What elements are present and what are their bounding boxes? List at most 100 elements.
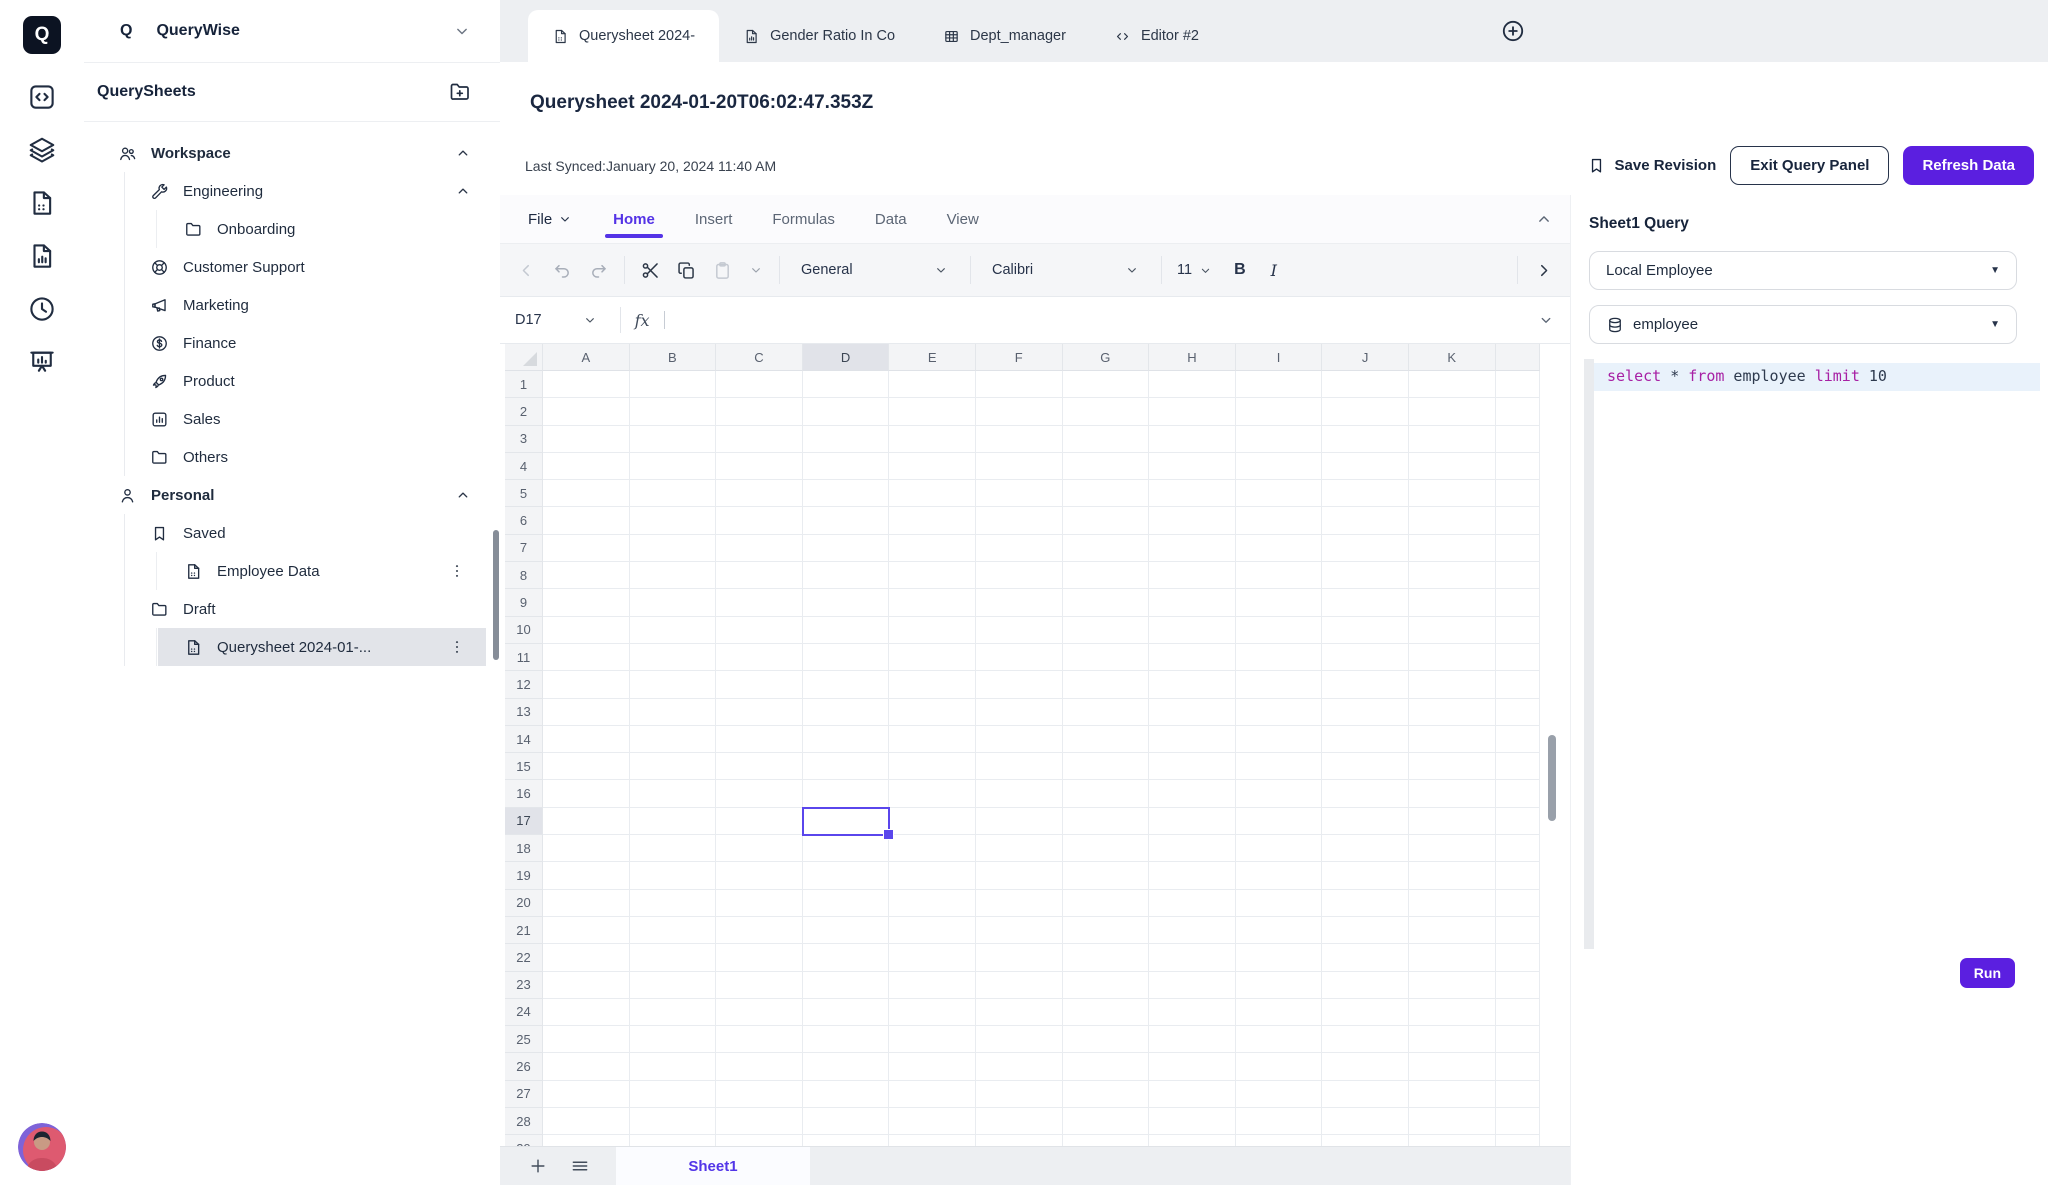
grid-cell-K16[interactable] <box>1409 780 1496 807</box>
grid-cell-partial[interactable] <box>1496 726 1540 753</box>
grid-cell-G24[interactable] <box>1063 999 1150 1026</box>
grid-cell-B27[interactable] <box>630 1081 717 1108</box>
row-header-23[interactable]: 23 <box>505 972 543 999</box>
grid-cell-A8[interactable] <box>543 562 630 589</box>
grid-cell-B24[interactable] <box>630 999 717 1026</box>
grid-cell-H9[interactable] <box>1149 589 1236 616</box>
grid-cell-partial[interactable] <box>1496 480 1540 507</box>
grid-cell-C2[interactable] <box>716 398 803 425</box>
grid-cell-K4[interactable] <box>1409 453 1496 480</box>
grid-cell-K13[interactable] <box>1409 699 1496 726</box>
grid-cell-G21[interactable] <box>1063 917 1150 944</box>
tree-item-customer-support[interactable]: Customer Support <box>84 248 500 286</box>
tree-item-workspace[interactable]: Workspace <box>84 134 500 172</box>
grid-cell-G12[interactable] <box>1063 671 1150 698</box>
grid-cell-A10[interactable] <box>543 617 630 644</box>
grid-cell-F19[interactable] <box>976 862 1063 889</box>
row-header-24[interactable]: 24 <box>505 999 543 1026</box>
connection-dropdown[interactable]: Local Employee ▼ <box>1589 251 2017 290</box>
grid-cell-I3[interactable] <box>1236 426 1323 453</box>
grid-cell-F22[interactable] <box>976 944 1063 971</box>
tree-item-saved[interactable]: Saved <box>84 514 500 552</box>
chevron-up-icon[interactable] <box>454 486 472 504</box>
grid-cell-A26[interactable] <box>543 1053 630 1080</box>
grid-cell-B19[interactable] <box>630 862 717 889</box>
grid-cell-I23[interactable] <box>1236 972 1323 999</box>
file-report-icon[interactable] <box>27 188 57 218</box>
tab-gender-ratio-in-co[interactable]: Gender Ratio In Co <box>719 10 919 62</box>
grid-cell-I2[interactable] <box>1236 398 1323 425</box>
grid-cell-C25[interactable] <box>716 1026 803 1053</box>
grid-cell-A17[interactable] <box>543 808 630 835</box>
grid-cell-A24[interactable] <box>543 999 630 1026</box>
row-header-21[interactable]: 21 <box>505 917 543 944</box>
grid-cell-E27[interactable] <box>889 1081 976 1108</box>
grid-cell-D2[interactable] <box>803 398 890 425</box>
tree-item-querysheet-2024-01[interactable]: Querysheet 2024-01-... <box>84 628 500 666</box>
grid-cell-C13[interactable] <box>716 699 803 726</box>
grid-cell-E12[interactable] <box>889 671 976 698</box>
menu-file[interactable]: File <box>528 195 573 243</box>
grid-cell-F18[interactable] <box>976 835 1063 862</box>
tree-item-draft[interactable]: Draft <box>84 590 500 628</box>
grid-cell-C24[interactable] <box>716 999 803 1026</box>
grid-cell-J1[interactable] <box>1322 371 1409 398</box>
grid-cell-partial[interactable] <box>1496 507 1540 534</box>
bold-button[interactable]: B <box>1228 261 1252 279</box>
grid-cell-C1[interactable] <box>716 371 803 398</box>
grid-cell-B23[interactable] <box>630 972 717 999</box>
grid-cell-A23[interactable] <box>543 972 630 999</box>
grid-cell-I28[interactable] <box>1236 1108 1323 1135</box>
tree-item-finance[interactable]: Finance <box>84 324 500 362</box>
grid-cell-I12[interactable] <box>1236 671 1323 698</box>
column-header-B[interactable]: B <box>630 344 717 371</box>
chevron-down-icon[interactable] <box>452 21 472 41</box>
row-header-17[interactable]: 17 <box>505 808 543 835</box>
column-header-F[interactable]: F <box>976 344 1063 371</box>
grid-cell-B22[interactable] <box>630 944 717 971</box>
grid-cell-D28[interactable] <box>803 1108 890 1135</box>
formula-input[interactable] <box>664 311 665 329</box>
column-header-E[interactable]: E <box>889 344 976 371</box>
grid-cell-J22[interactable] <box>1322 944 1409 971</box>
grid-cell-K9[interactable] <box>1409 589 1496 616</box>
menu-data[interactable]: Data <box>875 195 907 243</box>
tree-item-onboarding[interactable]: Onboarding <box>84 210 500 248</box>
app-logo-icon[interactable]: Q <box>23 16 61 54</box>
grid-cell-F6[interactable] <box>976 507 1063 534</box>
exit-query-panel-button[interactable]: Exit Query Panel <box>1730 146 1889 185</box>
grid-cell-I25[interactable] <box>1236 1026 1323 1053</box>
grid-cell-J2[interactable] <box>1322 398 1409 425</box>
grid-cell-E21[interactable] <box>889 917 976 944</box>
grid-cell-J3[interactable] <box>1322 426 1409 453</box>
grid-cell-A14[interactable] <box>543 726 630 753</box>
grid-cell-F7[interactable] <box>976 535 1063 562</box>
grid-cell-K25[interactable] <box>1409 1026 1496 1053</box>
grid-cell-A19[interactable] <box>543 862 630 889</box>
toolbar-more-icon[interactable] <box>1533 260 1554 281</box>
grid-cell-G1[interactable] <box>1063 371 1150 398</box>
grid-cell-partial[interactable] <box>1496 999 1540 1026</box>
grid-cell-A5[interactable] <box>543 480 630 507</box>
grid-cell-H27[interactable] <box>1149 1081 1236 1108</box>
grid-cell-C15[interactable] <box>716 753 803 780</box>
grid-cell-partial[interactable] <box>1496 426 1540 453</box>
grid-cell-E18[interactable] <box>889 835 976 862</box>
grid-cell-partial[interactable] <box>1496 589 1540 616</box>
grid-cell-C8[interactable] <box>716 562 803 589</box>
layers-icon[interactable] <box>27 135 57 165</box>
grid-cell-J17[interactable] <box>1322 808 1409 835</box>
grid-cell-H23[interactable] <box>1149 972 1236 999</box>
collapse-ribbon-icon[interactable] <box>1534 209 1554 229</box>
menu-insert[interactable]: Insert <box>695 195 733 243</box>
grid-cell-H18[interactable] <box>1149 835 1236 862</box>
grid-cell-H2[interactable] <box>1149 398 1236 425</box>
grid-cell-B21[interactable] <box>630 917 717 944</box>
grid-cell-D18[interactable] <box>803 835 890 862</box>
row-header-12[interactable]: 12 <box>505 671 543 698</box>
sql-editor[interactable]: select * from employee limit 10 <box>1571 359 2048 959</box>
refresh-data-button[interactable]: Refresh Data <box>1903 146 2034 185</box>
grid-cell-K15[interactable] <box>1409 753 1496 780</box>
grid-cell-F24[interactable] <box>976 999 1063 1026</box>
row-header-28[interactable]: 28 <box>505 1108 543 1135</box>
